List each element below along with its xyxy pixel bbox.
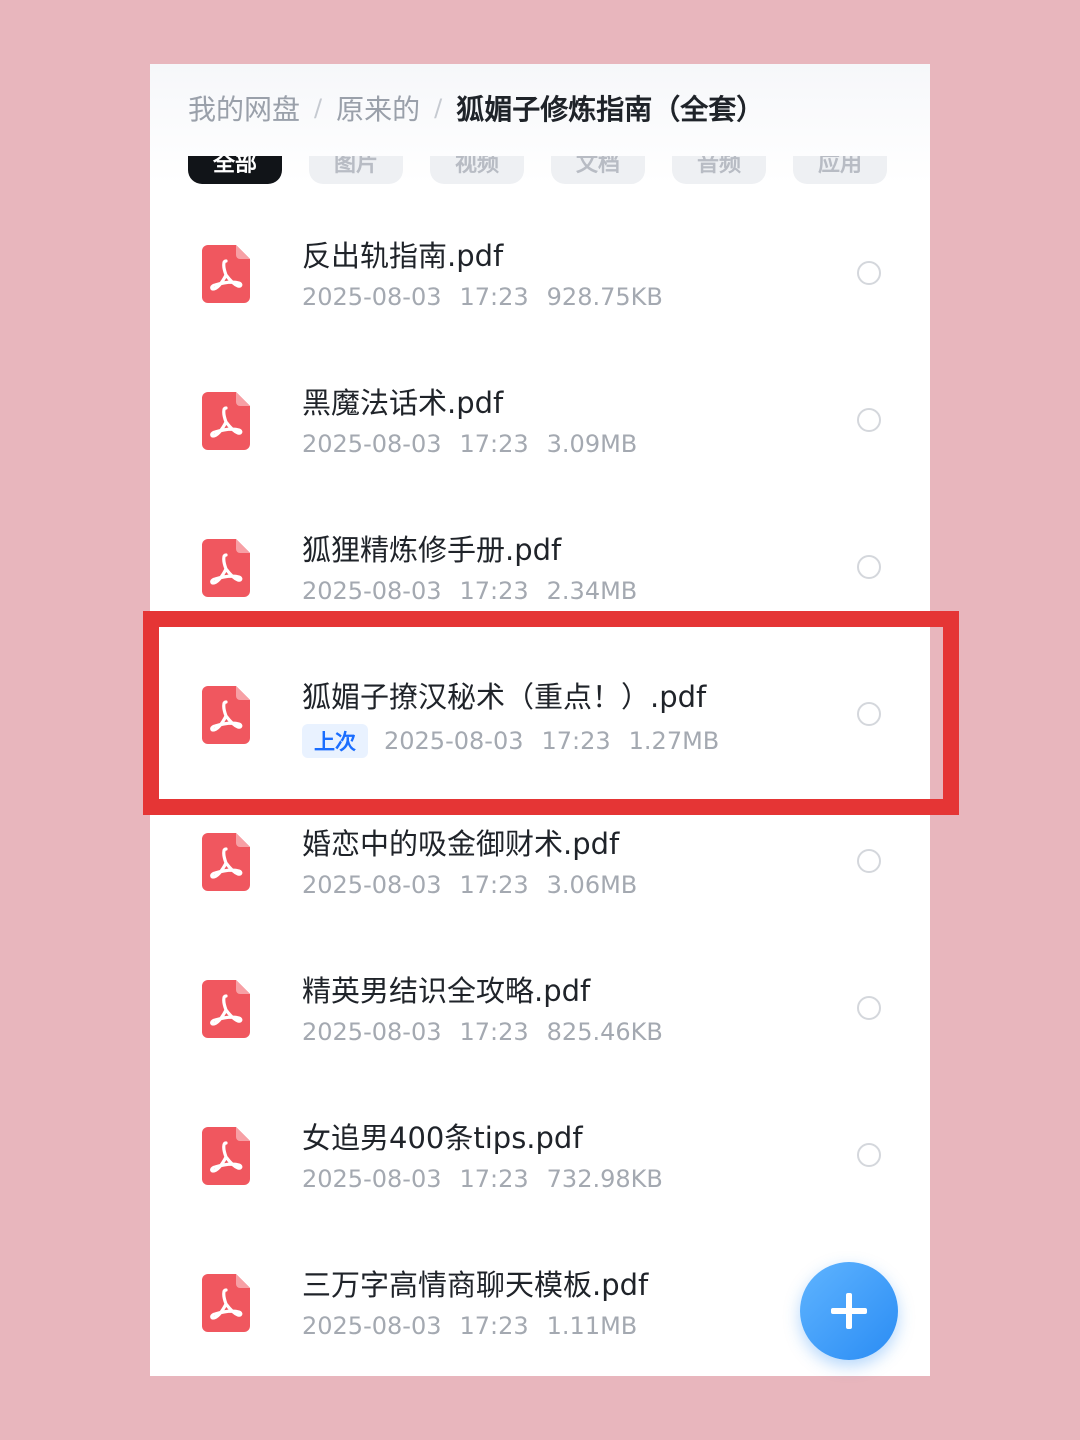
file-size: 3.06MB bbox=[546, 871, 638, 899]
file-meta: 2025-08-03 17:23 928.75KB bbox=[302, 283, 681, 311]
add-button[interactable] bbox=[800, 1262, 898, 1360]
file-meta: 2025-08-03 17:23 732.98KB bbox=[302, 1165, 681, 1193]
breadcrumb-parent[interactable]: 原来的 bbox=[336, 88, 420, 128]
pdf-icon bbox=[202, 980, 250, 1038]
file-date: 2025-08-03 bbox=[302, 577, 442, 605]
file-name: 三万字高情商聊天模板.pdf bbox=[302, 1268, 649, 1302]
breadcrumb-root[interactable]: 我的网盘 bbox=[188, 88, 300, 128]
select-radio[interactable] bbox=[857, 261, 881, 285]
file-size: 1.11MB bbox=[546, 1312, 638, 1340]
breadcrumb-separator: / bbox=[314, 94, 323, 122]
select-radio[interactable] bbox=[857, 555, 881, 579]
file-date: 2025-08-03 bbox=[302, 871, 442, 899]
file-time: 17:23 bbox=[459, 1312, 529, 1340]
file-meta: 2025-08-03 17:23 3.06MB bbox=[302, 871, 655, 899]
header: 我的网盘 / 原来的 / 狐媚子修炼指南（全套） 全部 图片 视频 文档 音频 … bbox=[150, 64, 930, 184]
file-name: 女追男400条tips.pdf bbox=[302, 1121, 583, 1155]
select-radio[interactable] bbox=[857, 1143, 881, 1167]
breadcrumb-separator: / bbox=[434, 94, 443, 122]
file-size: 825.46KB bbox=[546, 1018, 663, 1046]
file-date: 2025-08-03 bbox=[302, 1312, 442, 1340]
file-row[interactable]: 女追男400条tips.pdf 2025-08-03 17:23 732.98KB bbox=[150, 1067, 930, 1214]
tab-videos[interactable]: 视频 bbox=[430, 156, 524, 184]
file-time: 17:23 bbox=[459, 1165, 529, 1193]
file-meta: 2025-08-03 17:23 3.09MB bbox=[302, 430, 655, 458]
tab-audio[interactable]: 音频 bbox=[672, 156, 766, 184]
file-date: 2025-08-03 bbox=[302, 283, 442, 311]
highlight-box bbox=[143, 611, 959, 815]
select-radio[interactable] bbox=[857, 408, 881, 432]
file-size: 732.98KB bbox=[546, 1165, 663, 1193]
pdf-icon bbox=[202, 539, 250, 597]
file-row[interactable]: 反出轨指南.pdf 2025-08-03 17:23 928.75KB bbox=[150, 185, 930, 332]
file-time: 17:23 bbox=[459, 1018, 529, 1046]
file-meta: 2025-08-03 17:23 825.46KB bbox=[302, 1018, 681, 1046]
pdf-icon bbox=[202, 833, 250, 891]
file-size: 2.34MB bbox=[546, 577, 638, 605]
file-row[interactable]: 黑魔法话术.pdf 2025-08-03 17:23 3.09MB bbox=[150, 332, 930, 479]
pdf-icon bbox=[202, 1274, 250, 1332]
file-date: 2025-08-03 bbox=[302, 1018, 442, 1046]
file-name: 狐狸精炼修手册.pdf bbox=[302, 533, 562, 567]
select-radio[interactable] bbox=[857, 849, 881, 873]
file-meta: 2025-08-03 17:23 1.11MB bbox=[302, 1312, 655, 1340]
file-name: 黑魔法话术.pdf bbox=[302, 386, 504, 420]
file-row[interactable]: 狐狸精炼修手册.pdf 2025-08-03 17:23 2.34MB bbox=[150, 479, 930, 626]
file-date: 2025-08-03 bbox=[302, 1165, 442, 1193]
file-date: 2025-08-03 bbox=[302, 430, 442, 458]
breadcrumb: 我的网盘 / 原来的 / 狐媚子修炼指南（全套） bbox=[188, 86, 764, 130]
pdf-icon bbox=[202, 392, 250, 450]
file-size: 3.09MB bbox=[546, 430, 638, 458]
tab-all[interactable]: 全部 bbox=[188, 156, 282, 184]
file-time: 17:23 bbox=[459, 283, 529, 311]
file-name: 精英男结识全攻略.pdf bbox=[302, 974, 591, 1008]
breadcrumb-current: 狐媚子修炼指南（全套） bbox=[456, 93, 765, 126]
tab-documents[interactable]: 文档 bbox=[551, 156, 645, 184]
tab-apps[interactable]: 应用 bbox=[793, 156, 887, 184]
plus-icon bbox=[831, 1293, 867, 1329]
file-time: 17:23 bbox=[459, 871, 529, 899]
select-radio[interactable] bbox=[857, 996, 881, 1020]
tab-images[interactable]: 图片 bbox=[309, 156, 403, 184]
file-time: 17:23 bbox=[459, 430, 529, 458]
file-row[interactable]: 精英男结识全攻略.pdf 2025-08-03 17:23 825.46KB bbox=[150, 920, 930, 1067]
pdf-icon bbox=[202, 245, 250, 303]
file-time: 17:23 bbox=[459, 577, 529, 605]
filter-tabs: 全部 图片 视频 文档 音频 应用 bbox=[188, 156, 887, 184]
file-name: 婚恋中的吸金御财术.pdf bbox=[302, 827, 620, 861]
file-name: 反出轨指南.pdf bbox=[302, 239, 504, 273]
pdf-icon bbox=[202, 1127, 250, 1185]
file-meta: 2025-08-03 17:23 2.34MB bbox=[302, 577, 655, 605]
file-size: 928.75KB bbox=[546, 283, 663, 311]
